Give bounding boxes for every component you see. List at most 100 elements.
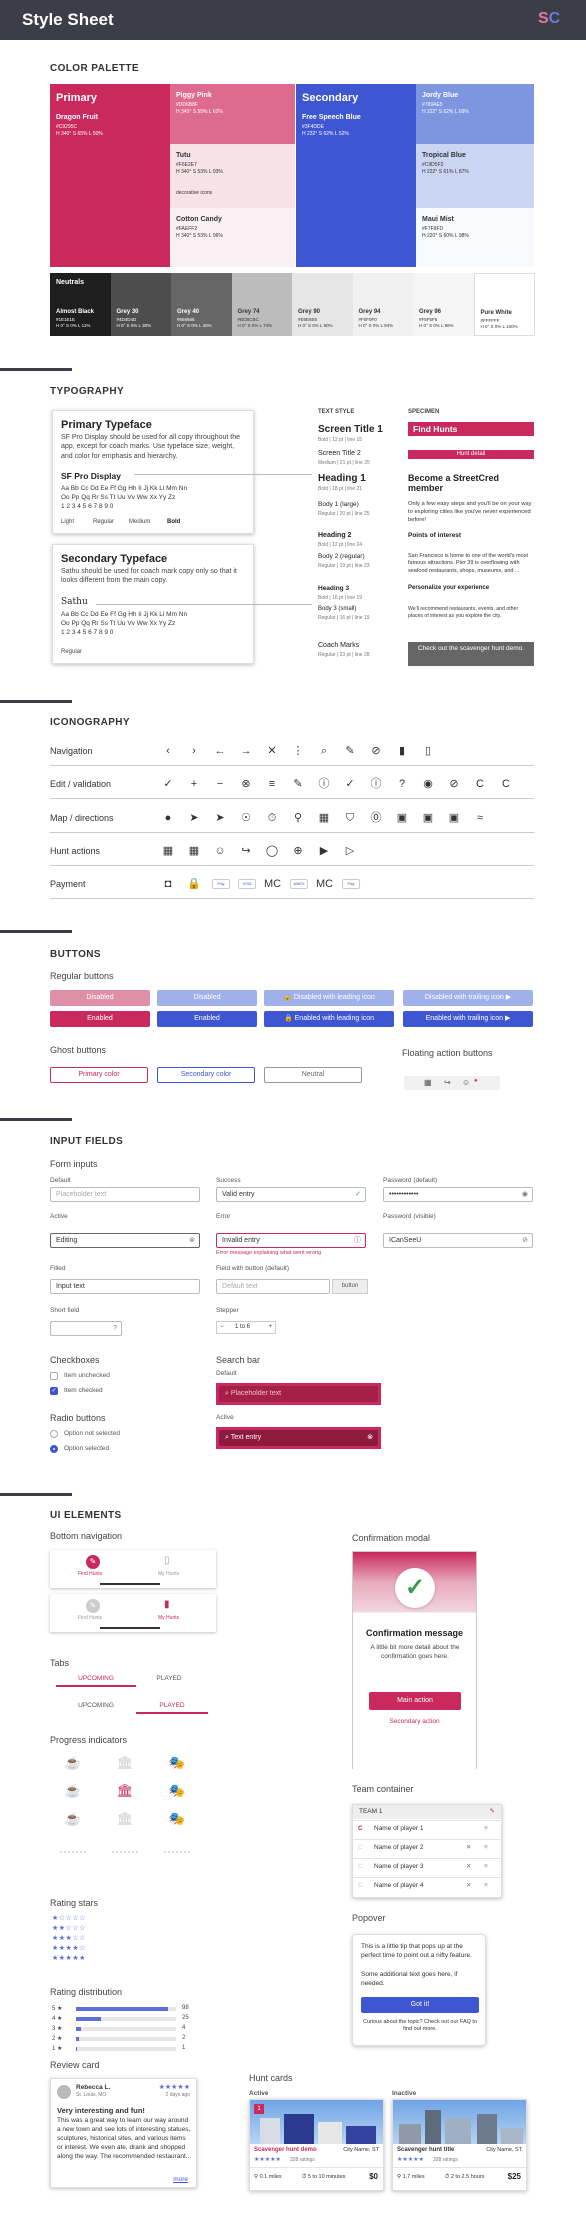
calendar-icon[interactable]: ▦ <box>424 1078 432 1087</box>
edit-icon[interactable]: ✎ <box>490 1805 495 1819</box>
tab-played[interactable]: PLAYED <box>136 1675 202 1682</box>
play-icon: ▶ <box>503 994 512 1001</box>
active-input[interactable]: Editing ⊗ <box>50 1233 200 1248</box>
ghost-primary-button[interactable]: Primary color <box>50 1067 148 1083</box>
specimen-header: SPECIMEN <box>408 409 440 415</box>
bookmark-icon[interactable]: ▯ <box>164 1555 170 1566</box>
compass-icon[interactable]: ✎ <box>86 1599 100 1613</box>
radio-selected[interactable] <box>50 1445 58 1453</box>
ghost-secondary-button[interactable]: Secondary color <box>157 1067 255 1083</box>
checkbox-label: Item checked <box>64 1387 103 1394</box>
swatch-neutral: Grey 30 #4D4D4D H 0° S 0% L 30% <box>110 273 172 336</box>
review-more-link[interactable]: more <box>170 2176 188 2183</box>
primary-alphabet-1: Aa Bb Cc Dd Ee Ff Gg Hh Ii Jj Kk Ll Mm N… <box>61 485 188 492</box>
hunt-card-active[interactable]: 1 Scavenger hunt demo City Name, ST ★★★★… <box>249 2099 384 2191</box>
field-with-button-input[interactable]: Default text <box>216 1279 330 1294</box>
glyph-icon: ◘ <box>164 878 172 890</box>
enabled-trailing-icon-button[interactable]: Enabled with trailing icon ▶ <box>403 1011 533 1027</box>
hunt-card-inactive[interactable]: Scavenger hunt title City Name, ST ★★★★★… <box>392 2099 527 2191</box>
enabled-leading-icon-button[interactable]: 🔒 Enabled with leading icon <box>264 1011 394 1027</box>
search-input-default[interactable]: ⌕ Placeholder text <box>219 1386 378 1402</box>
password-default-input[interactable]: •••••••••••• ◉ <box>383 1187 533 1202</box>
glyph-icon: ⊕ <box>293 845 303 857</box>
tab-upcoming-active[interactable]: UPCOMING <box>56 1675 136 1687</box>
hunt-stars: ★★★★★ <box>397 2157 424 2163</box>
password-visible-input[interactable]: ICanSeeU ⊘ <box>383 1233 533 1248</box>
enabled-primary-button[interactable]: Enabled <box>50 1011 150 1027</box>
swatch-name: Grey 40 <box>177 309 200 315</box>
glyph-icon: ? <box>398 778 406 790</box>
default-input[interactable]: Placeholder text <box>50 1187 200 1202</box>
tab-upcoming[interactable]: UPCOMING <box>56 1702 136 1709</box>
minus-icon[interactable]: − <box>220 1322 224 1333</box>
hunt-cards-title: Hunt cards <box>249 2073 293 2083</box>
drag-handle-icon[interactable]: ≡ <box>484 1859 488 1875</box>
disabled-trailing-icon-button[interactable]: Disabled with trailing icon ▶ <box>403 990 533 1006</box>
glyph-icon: AMEX <box>290 879 308 889</box>
reviewer-name: Rebecca L. <box>76 2084 111 2091</box>
row-separator <box>50 798 534 799</box>
review-stars: ★★★★★ <box>158 2084 190 2091</box>
ghost-neutral-button[interactable]: Neutral <box>264 1067 362 1083</box>
dist-count: 4 <box>182 2025 186 2031</box>
field-label: Filled <box>50 1265 66 1272</box>
swatch-hex: #BCBCBC <box>237 317 259 322</box>
enabled-secondary-button[interactable]: Enabled <box>157 1011 257 1027</box>
radio-unselected[interactable] <box>50 1430 58 1438</box>
eye-off-icon[interactable]: ⊘ <box>522 1234 528 1247</box>
glyph-icon: ▣ <box>422 812 434 824</box>
swatch-neutral: Pure White #FFFFFF H 0° S 0% L 100% <box>473 273 535 336</box>
glyph-icon: ⊘ <box>371 745 381 757</box>
plus-icon[interactable]: + <box>268 1322 272 1333</box>
badge-icon: ● <box>474 1078 478 1084</box>
pointer-line <box>134 474 312 475</box>
modal-main-button[interactable]: Main action <box>369 1692 461 1710</box>
error-input[interactable]: Invalid entry ⓘ <box>216 1233 366 1248</box>
disabled-leading-icon-button[interactable]: 🔒 Disabled with leading icon <box>264 990 394 1006</box>
checkbox-checked[interactable]: ✓ <box>50 1387 58 1395</box>
drag-handle-icon[interactable]: ≡ <box>484 1878 488 1894</box>
swatch-hex: #C9D5F2 <box>422 162 444 168</box>
remove-icon[interactable]: ✕ <box>466 1859 471 1875</box>
clear-icon[interactable]: ⊗ <box>367 1430 373 1446</box>
modal-secondary-button[interactable]: Secondary action <box>353 1718 476 1725</box>
bookmark-icon[interactable]: ▮ <box>164 1599 170 1610</box>
glyph-icon: ◯ <box>265 845 279 857</box>
confirmation-modal: ✓ Confirmation message A little bit more… <box>352 1551 477 1769</box>
compass-icon[interactable]: ✎ <box>86 1555 100 1569</box>
disabled-secondary-button[interactable]: Disabled <box>157 990 257 1006</box>
bottom-nav-title: Bottom navigation <box>50 1531 123 1541</box>
field-label: Active <box>216 1414 234 1421</box>
remove-icon[interactable]: ✕ <box>466 1878 471 1894</box>
modal-heading: Confirmation message <box>365 1628 464 1638</box>
share-icon[interactable]: ↪ <box>444 1078 451 1087</box>
remove-icon[interactable]: ✕ <box>466 1840 471 1856</box>
swatch-hex: #789AE5 <box>422 102 443 108</box>
clear-icon[interactable]: ⊗ <box>189 1234 195 1247</box>
drag-handle-icon[interactable]: ≡ <box>484 1821 488 1837</box>
eye-icon[interactable]: ◉ <box>522 1188 528 1201</box>
quantity-stepper[interactable]: − 1 to 6 + <box>216 1321 276 1334</box>
team-icon[interactable]: ☺ <box>462 1078 470 1087</box>
nav-label: Find Hunts <box>78 1571 103 1577</box>
success-input[interactable]: Valid entry ✓ <box>216 1187 366 1202</box>
popover-text-2: Some additional text goes here, if neede… <box>361 1971 458 1987</box>
search-input-active[interactable]: ⌕ Text entry ⊗ <box>219 1430 378 1446</box>
field-button[interactable]: button <box>332 1279 368 1294</box>
tab-played-active[interactable]: PLAYED <box>136 1702 208 1714</box>
distribution-row: 5 ★ 98 <box>52 2005 192 2013</box>
short-input[interactable]: ? <box>50 1321 122 1336</box>
swatch-neutral: Grey 96 #F5F5F5 H 0° S 0% L 96% <box>413 273 474 336</box>
glyph-icon: ⓘ <box>318 778 330 790</box>
disabled-primary-button[interactable]: Disabled <box>50 990 150 1006</box>
glyph-icon: ✕ <box>267 745 277 757</box>
typography-heading: TYPOGRAPHY <box>50 386 125 397</box>
filled-input[interactable]: Input text <box>50 1279 200 1294</box>
popover-button[interactable]: Got it! <box>361 1997 479 2013</box>
drag-handle-icon[interactable]: ≡ <box>484 1840 488 1856</box>
swatch-name: Piggy Pink <box>176 92 212 99</box>
checkbox-unchecked[interactable] <box>50 1372 58 1380</box>
swatch-hex: #1E1E1E <box>56 317 76 322</box>
swatch-hex: #FAEFF2 <box>176 226 198 232</box>
icon-row: ◘ 🔒 Pay VISA MC AMEX MC Pay <box>160 876 540 892</box>
